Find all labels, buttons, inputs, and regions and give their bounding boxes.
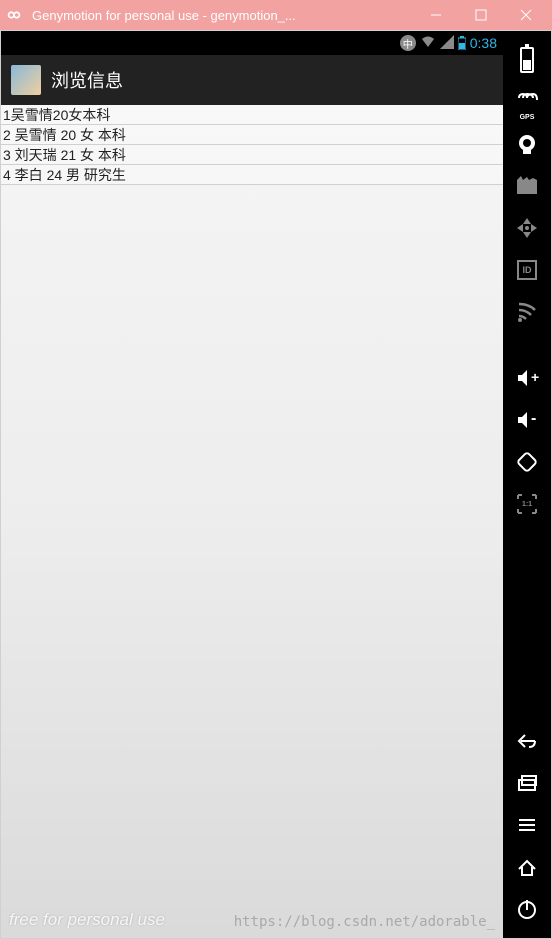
svg-text:-: - [531,410,536,427]
genymotion-logo-icon [4,5,24,25]
scale-label: 1:1 [522,501,532,508]
svg-text:+: + [531,369,539,385]
url-watermark: https://blog.csdn.net/adorable_ [234,914,495,930]
wifi-icon [420,35,436,52]
remote-control-button[interactable] [503,207,551,249]
window-title: Genymotion for personal use - genymotion… [32,8,413,23]
signal-icon [440,35,454,52]
list-item[interactable]: 4 李白 24 男 研究生 [1,165,503,185]
android-menu-button[interactable] [503,804,551,846]
network-button[interactable] [503,291,551,333]
list-item[interactable]: 3 刘天瑞 21 女 本科 [1,145,503,165]
battery-widget-button[interactable] [503,39,551,81]
id-label: ID [523,265,532,275]
android-statusbar: 中 0:38 [1,31,503,55]
volume-up-button[interactable]: + [503,357,551,399]
minimize-button[interactable] [413,0,458,30]
app-title: 浏览信息 [51,67,123,93]
rotate-button[interactable] [503,441,551,483]
list-item[interactable]: 2 吴雪情 20 女 本科 [1,125,503,145]
app-bar: 浏览信息 [1,55,503,105]
android-recent-button[interactable] [503,762,551,804]
gps-button[interactable]: GPS [503,81,551,123]
camera-button[interactable] [503,123,551,165]
power-button[interactable] [503,888,551,930]
maximize-button[interactable] [458,0,503,30]
window-titlebar: Genymotion for personal use - genymotion… [0,0,552,30]
phone-screen: 中 0:38 浏览信息 1吴雪情20女本科 2 吴雪情 20 女 本科 3 刘天… [1,31,503,938]
android-home-button[interactable] [503,846,551,888]
app-icon [11,65,41,95]
battery-icon [458,36,466,50]
list-item[interactable]: 1吴雪情20女本科 [1,105,503,125]
main-container: 中 0:38 浏览信息 1吴雪情20女本科 2 吴雪情 20 女 本科 3 刘天… [0,30,552,939]
capture-button[interactable] [503,165,551,207]
ime-indicator-icon: 中 [400,35,416,51]
android-back-button[interactable] [503,720,551,762]
watermark-text: free for personal use [9,910,165,930]
gps-label: GPS [520,114,535,121]
clock-time: 0:38 [470,35,497,51]
genymotion-sidebar: GPS ID + - 1:1 [503,31,551,938]
pixel-perfect-button[interactable]: 1:1 [503,483,551,525]
volume-down-button[interactable]: - [503,399,551,441]
close-button[interactable] [503,0,548,30]
identifier-button[interactable]: ID [503,249,551,291]
list-content: 1吴雪情20女本科 2 吴雪情 20 女 本科 3 刘天瑞 21 女 本科 4 … [1,105,503,938]
